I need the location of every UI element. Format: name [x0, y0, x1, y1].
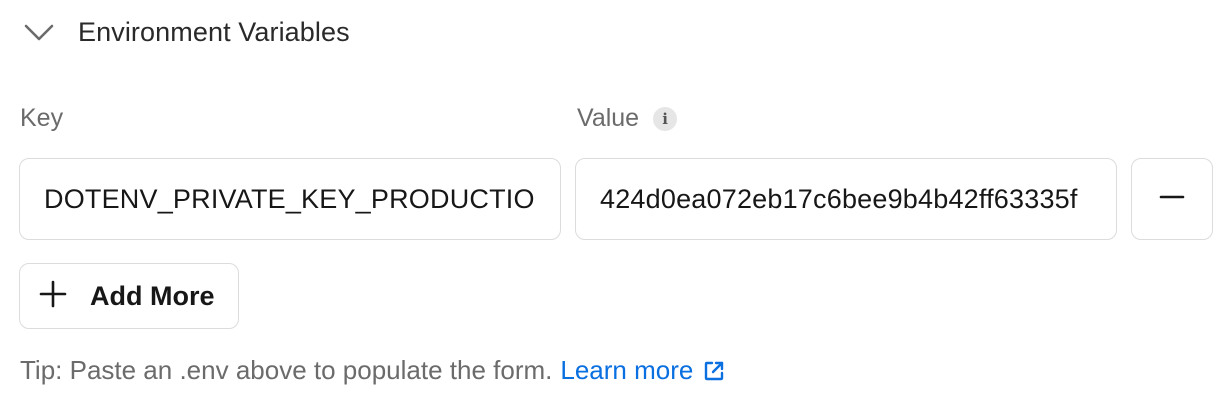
tip-text: Tip: Paste an .env above to populate the… — [20, 355, 725, 386]
section-title: Environment Variables — [78, 16, 350, 47]
key-field[interactable] — [19, 158, 561, 240]
chevron-down-icon — [22, 15, 56, 49]
add-more-label: Add More — [90, 280, 215, 311]
value-field[interactable] — [575, 158, 1117, 240]
minus-icon — [1158, 183, 1186, 216]
key-input[interactable] — [44, 183, 536, 215]
info-icon[interactable]: i — [653, 106, 678, 131]
env-vars-section-toggle[interactable]: Environment Variables — [22, 8, 350, 56]
remove-row-button[interactable] — [1131, 158, 1213, 240]
key-column-label: Key — [20, 104, 63, 133]
external-link-icon — [703, 360, 725, 382]
value-label-text: Value — [577, 104, 640, 132]
learn-more-link[interactable]: Learn more — [560, 355, 725, 386]
learn-more-label: Learn more — [560, 355, 694, 385]
add-more-button[interactable]: Add More — [19, 263, 239, 329]
plus-icon — [38, 279, 68, 314]
value-column-label: Value i — [577, 104, 678, 133]
key-label-text: Key — [20, 104, 64, 132]
value-input[interactable] — [600, 183, 1092, 215]
tip-message: Tip: Paste an .env above to populate the… — [20, 355, 553, 385]
